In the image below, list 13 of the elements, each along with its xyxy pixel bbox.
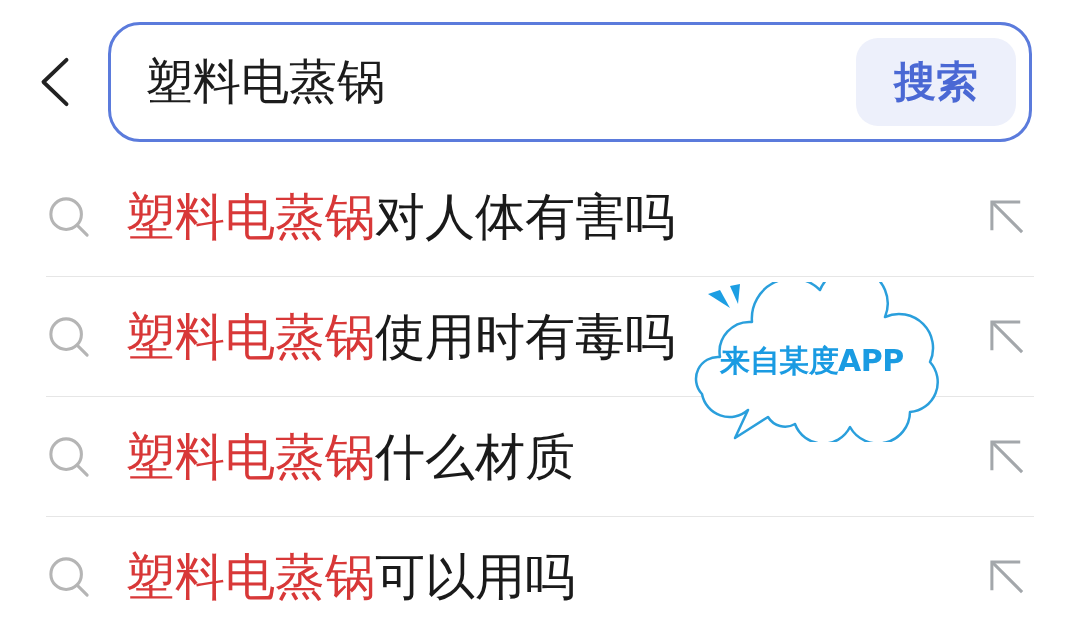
suggestion-text[interactable]: 塑料电蒸锅可以用吗: [125, 552, 575, 602]
search-icon: [48, 435, 90, 478]
suggestion-text[interactable]: 塑料电蒸锅对人体有害吗: [125, 191, 675, 242]
chevron-left-icon[interactable]: [40, 57, 70, 107]
search-icon: [48, 195, 90, 238]
search-button[interactable]: 搜索: [856, 38, 1016, 126]
callout-text: 来自某度APP: [720, 346, 904, 376]
search-bar[interactable]: 塑料电蒸锅 搜索: [108, 22, 1032, 142]
suggestion-text[interactable]: 塑料电蒸锅使用时有毒吗: [125, 311, 675, 362]
suggestion-text[interactable]: 塑料电蒸锅什么材质: [125, 431, 575, 482]
search-input[interactable]: 塑料电蒸锅: [145, 54, 856, 110]
search-icon: [48, 556, 90, 598]
search-icon: [48, 315, 90, 358]
